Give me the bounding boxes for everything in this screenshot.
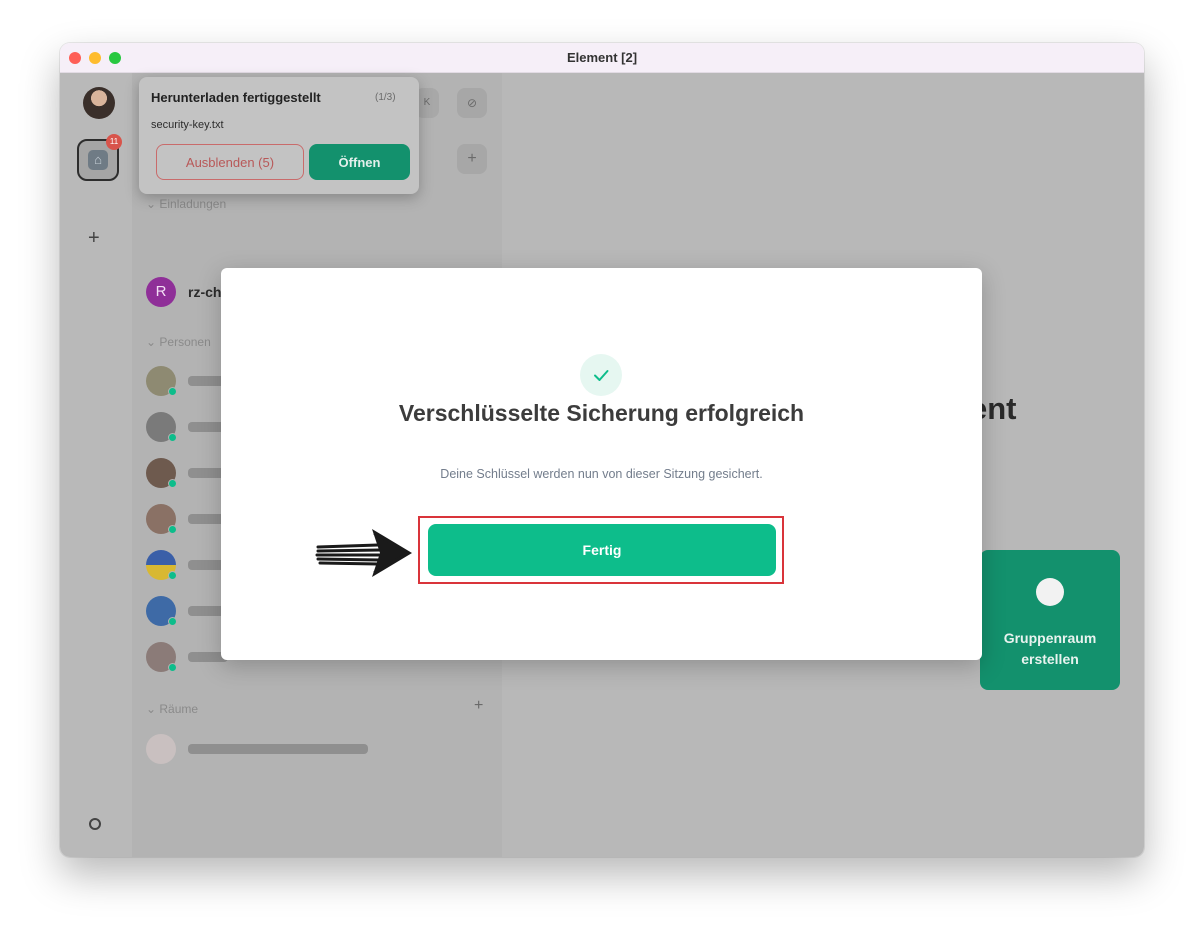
notification-badge: 11 [106, 134, 122, 150]
annotation-arrow-icon [314, 525, 418, 586]
blurred-name [188, 744, 368, 754]
home-icon: ⌂ [88, 150, 108, 170]
toast-title: Herunterladen fertiggestellt [151, 90, 321, 105]
online-indicator [168, 571, 177, 580]
dialog-title: Verschlüsselte Sicherung erfolgreich [398, 400, 805, 426]
spaces-bar: ⌂ 11 + [60, 73, 132, 857]
dialog-description: Deine Schlüssel werden nun von dieser Si… [440, 467, 763, 481]
done-button[interactable]: Fertig [428, 524, 776, 576]
quick-settings-icon[interactable] [89, 818, 101, 830]
room-avatar [146, 734, 176, 764]
online-indicator [168, 479, 177, 488]
downloaded-file-name: security-key.txt [151, 119, 224, 131]
home-space-button[interactable]: ⌂ 11 [77, 134, 122, 181]
backup-success-dialog: Verschlüsselte Sicherung erfolgreich Dei… [221, 268, 982, 660]
explore-rooms-icon[interactable]: ⊘ [457, 88, 487, 118]
window-title: Element [2] [566, 50, 638, 65]
open-file-button[interactable]: Öffnen [309, 144, 410, 180]
add-space-icon[interactable]: + [88, 228, 100, 248]
create-group-room-label: Gruppenraum erstellen [1003, 630, 1097, 667]
dismiss-toast-button[interactable]: Ausblenden (5) [156, 144, 304, 180]
title-bar: Element [2] [60, 43, 1144, 73]
section-header-people[interactable]: ⌄ Personen [146, 335, 211, 349]
online-indicator [168, 663, 177, 672]
add-room-in-section-icon[interactable]: + [474, 697, 483, 715]
section-header-invites[interactable]: ⌄ Einladungen [146, 197, 226, 211]
create-group-room-button[interactable]: Gruppenraum erstellen [980, 550, 1120, 690]
group-icon [1036, 578, 1064, 606]
user-avatar[interactable] [83, 87, 115, 119]
online-indicator [168, 387, 177, 396]
list-item[interactable] [146, 731, 486, 767]
online-indicator [168, 433, 177, 442]
toast-count: (1/3) [375, 92, 396, 103]
add-room-icon[interactable]: + [457, 144, 487, 174]
download-toast: Herunterladen fertiggestellt (1/3) secur… [139, 77, 419, 194]
online-indicator [168, 525, 177, 534]
section-header-rooms[interactable]: ⌄ Räume [146, 702, 198, 716]
room-avatar: R [146, 277, 176, 307]
online-indicator [168, 617, 177, 626]
success-check-icon [580, 354, 622, 396]
